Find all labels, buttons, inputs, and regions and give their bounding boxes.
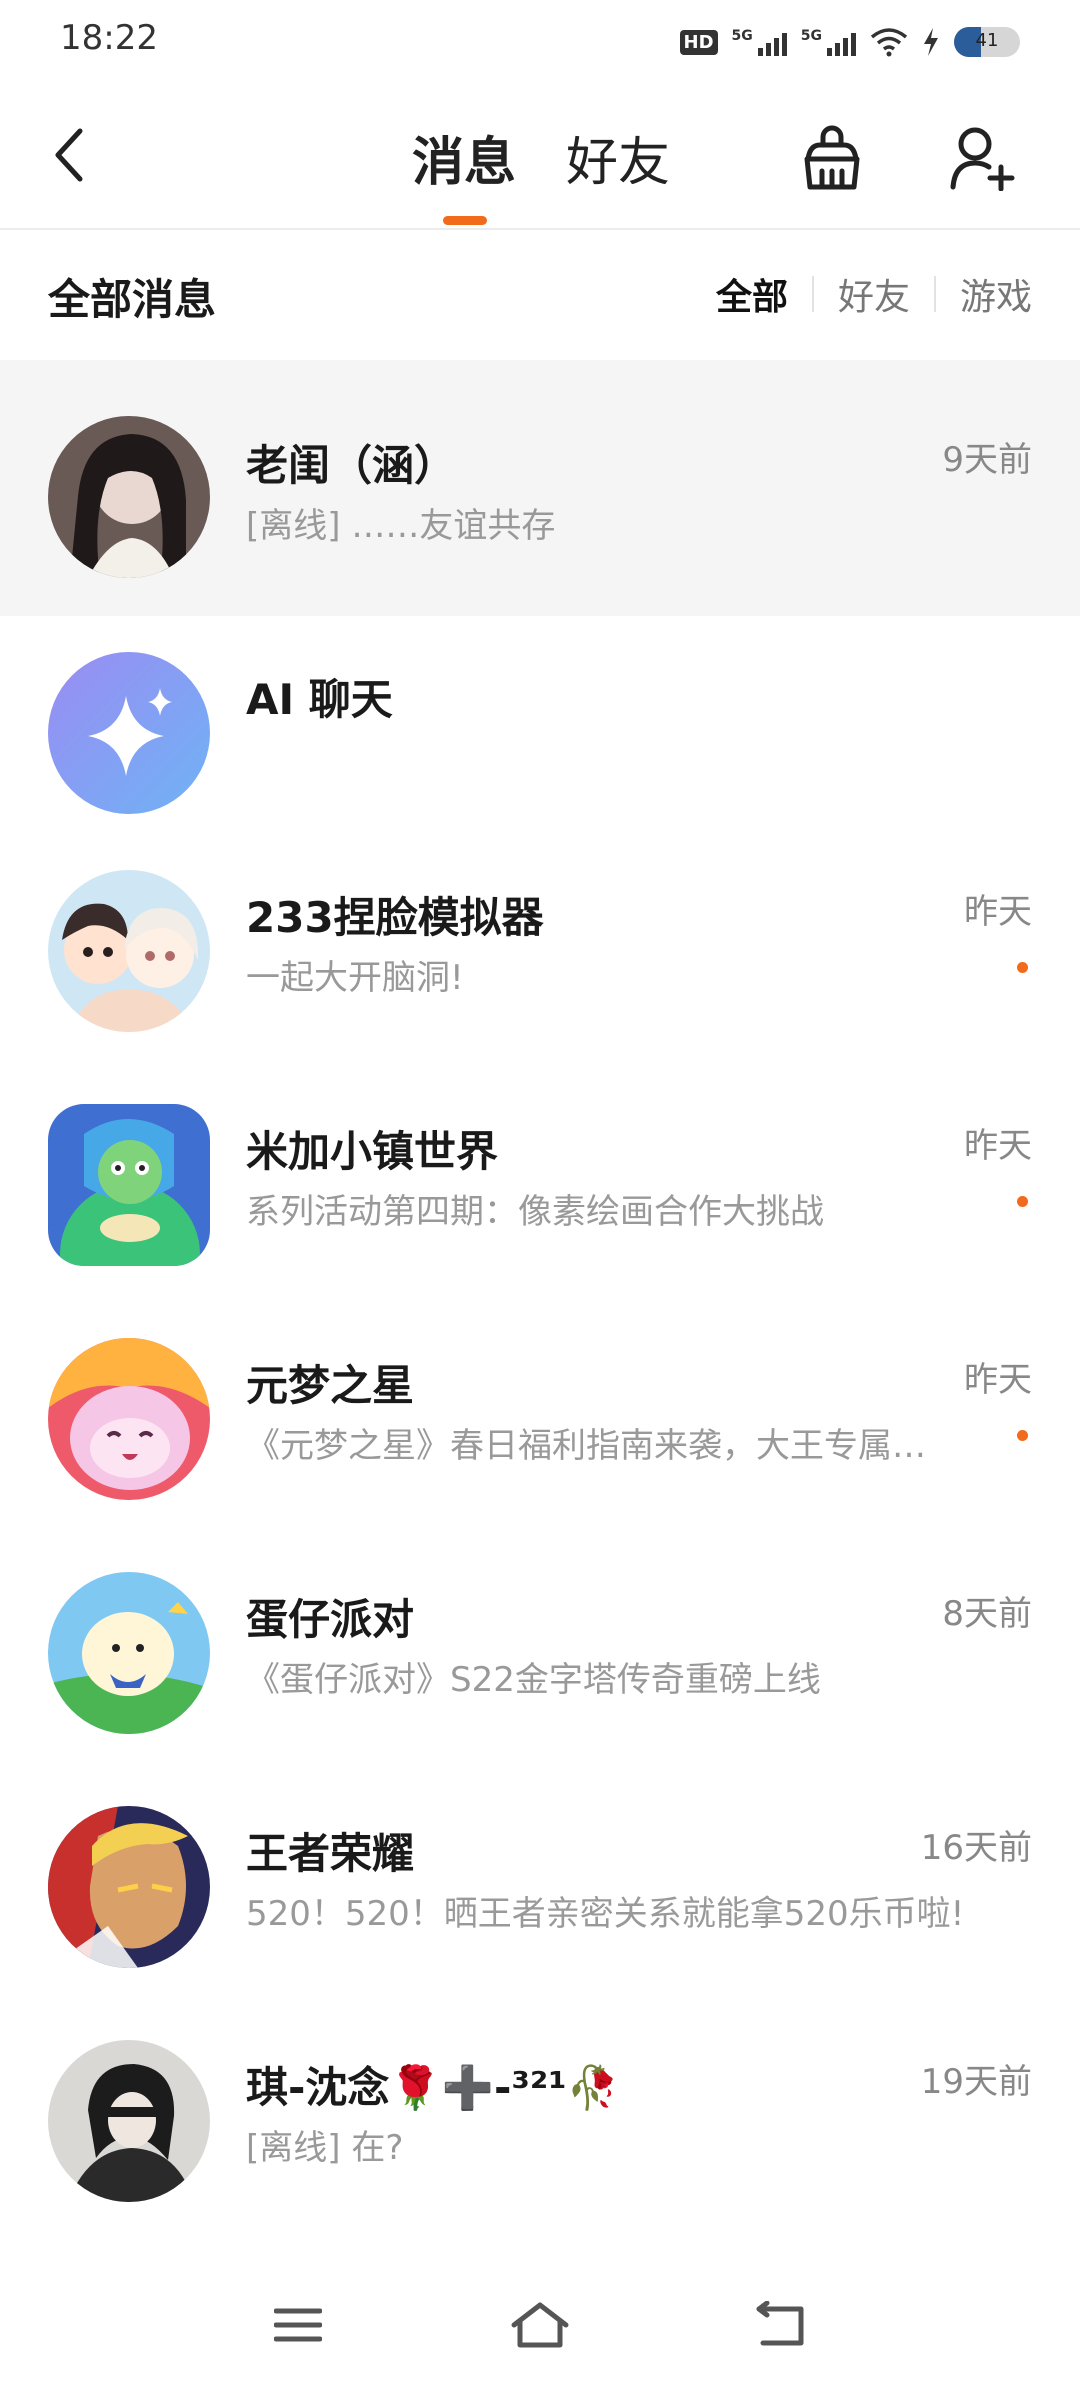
message-preview: 520！520！晒王者亲密关系就能拿520乐币啦! [246, 1894, 965, 1934]
battery-icon: 41 [954, 27, 1020, 57]
active-tab-indicator [443, 216, 487, 225]
list-item[interactable]: 琪-沈念🌹➕-³²¹🥀 19天前 [离线] 在? [0, 2020, 1080, 2254]
user-photo-avatar [48, 2040, 210, 2202]
unread-dot [1017, 1430, 1028, 1441]
message-preview: 《蛋仔派对》S22金字塔传奇重磅上线 [246, 1660, 821, 1700]
chevron-left-icon [55, 128, 83, 182]
game-avatar-yuanmeng [48, 1338, 210, 1500]
home-icon [511, 2302, 569, 2348]
status-time: 18:22 [60, 18, 158, 58]
system-nav-bar [0, 2270, 1080, 2380]
message-time: 16天前 [920, 1828, 1032, 1868]
charging-icon [924, 28, 938, 56]
game-avatar-eggy [48, 1572, 210, 1734]
message-preview: 《元梦之星》春日福利指南来袭，大王专属… [246, 1426, 926, 1466]
message-filters: 全部 好友 游戏 [692, 268, 1032, 320]
unread-dot [1017, 962, 1028, 973]
add-user-icon [950, 127, 1015, 191]
message-name: 老闺（涵） [246, 441, 457, 490]
filter-all[interactable]: 全部 [692, 268, 812, 320]
list-item[interactable]: 老闺（涵） 9天前 [离线] ……友谊共存 [0, 360, 1080, 616]
list-item[interactable]: 元梦之星 昨天 《元梦之星》春日福利指南来袭，大王专属… [0, 1318, 1080, 1552]
section-header: 全部消息 全部 好友 游戏 [0, 232, 1080, 356]
status-bar: 18:22 HD 5G 5G 41 [0, 0, 1080, 80]
message-list: 老闺（涵） 9天前 [离线] ……友谊共存 AI 聊天 233捏脸模拟器 昨天 … [0, 360, 1080, 2254]
message-name: AI 聊天 [246, 675, 393, 724]
message-name: 233捏脸模拟器 [246, 893, 544, 942]
list-item[interactable]: AI 聊天 [0, 616, 1080, 850]
message-time: 19天前 [920, 2062, 1032, 2102]
game-avatar-toca [48, 1104, 210, 1266]
filter-games[interactable]: 游戏 [936, 268, 1032, 320]
message-name: 元梦之星 [246, 1361, 415, 1410]
tab-friends[interactable]: 好友 [566, 120, 670, 195]
top-bar: 消息 好友 [0, 100, 1080, 230]
message-name: 王者荣耀 [246, 1829, 415, 1878]
message-preview: [离线] ……友谊共存 [246, 506, 556, 546]
message-time: 9天前 [942, 440, 1032, 480]
message-name: 琪-沈念🌹➕-³²¹🥀 [246, 2063, 619, 2112]
list-item[interactable]: 米加小镇世界 昨天 系列活动第四期：像素绘画合作大挑战 [0, 1084, 1080, 1318]
system-back-button[interactable] [740, 2290, 820, 2360]
avatar[interactable] [48, 1338, 210, 1500]
message-time: 昨天 [964, 1360, 1032, 1400]
hd-icon: HD [679, 29, 718, 55]
ai-sparkle-icon [48, 652, 210, 814]
message-time: 8天前 [942, 1594, 1032, 1634]
message-time: 昨天 [964, 1126, 1032, 1166]
list-item[interactable]: 王者荣耀 16天前 520！520！晒王者亲密关系就能拿520乐币啦! [0, 1786, 1080, 2020]
back-icon [756, 2301, 804, 2346]
avatar[interactable] [48, 870, 210, 1032]
avatar[interactable] [48, 416, 210, 578]
filter-friends[interactable]: 好友 [814, 268, 934, 320]
menu-icon [274, 2308, 322, 2342]
network-type-label: 5G [731, 28, 753, 44]
tab-messages[interactable]: 消息 [412, 120, 516, 195]
recent-apps-button[interactable] [258, 2290, 338, 2360]
avatar[interactable] [48, 1104, 210, 1266]
avatar[interactable] [48, 2040, 210, 2202]
game-avatar-honor-of-kings [48, 1806, 210, 1968]
back-button[interactable] [40, 120, 100, 190]
clean-messages-button[interactable] [796, 122, 868, 194]
wifi-icon [870, 28, 908, 57]
message-preview: [离线] 在? [246, 2128, 404, 2168]
signal-icon: 5G [801, 28, 856, 56]
avatar[interactable] [48, 652, 210, 814]
message-time: 昨天 [964, 892, 1032, 932]
avatar[interactable] [48, 1806, 210, 1968]
unread-dot [1017, 1196, 1028, 1207]
section-title: 全部消息 [48, 275, 217, 324]
user-photo-avatar [48, 416, 210, 578]
message-preview: 一起大开脑洞! [246, 958, 464, 998]
message-preview: 系列活动第四期：像素绘画合作大挑战 [246, 1192, 824, 1232]
list-item[interactable]: 蛋仔派对 8天前 《蛋仔派对》S22金字塔传奇重磅上线 [0, 1552, 1080, 1786]
network-type-label: 5G [800, 28, 822, 44]
signal-icon: 5G [732, 28, 787, 56]
battery-level: 41 [975, 30, 999, 51]
message-name: 蛋仔派对 [246, 1595, 415, 1644]
add-friend-button[interactable] [946, 122, 1018, 194]
home-button[interactable] [500, 2290, 580, 2360]
game-avatar-233 [48, 870, 210, 1032]
broom-icon [804, 125, 860, 190]
message-name: 米加小镇世界 [246, 1127, 499, 1176]
avatar[interactable] [48, 1572, 210, 1734]
status-icons: HD 5G 5G 41 [679, 22, 1020, 62]
list-item[interactable]: 233捏脸模拟器 昨天 一起大开脑洞! [0, 850, 1080, 1084]
messages-page: 18:22 HD 5G 5G 41 消息 好友 全部消息 全部 好友 游戏 老闺… [0, 0, 1080, 2388]
